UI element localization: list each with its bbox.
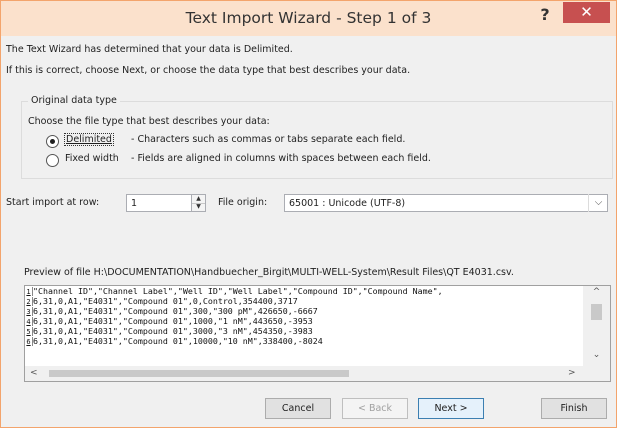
cancel-button[interactable]: Cancel <box>265 398 331 419</box>
fixed-width-option-label[interactable]: Fixed width <box>65 153 119 164</box>
title-bar: Text Import Wizard - Step 1 of 3 ? ✕ <box>1 1 616 36</box>
help-button[interactable]: ? <box>535 5 555 27</box>
preview-caption: Preview of file H:\DOCUMENTATION\Handbue… <box>24 267 514 278</box>
line-number: 4 <box>25 317 33 326</box>
intro-line-1: The Text Wizard has determined that your… <box>6 44 293 55</box>
delimited-radio[interactable] <box>46 135 59 148</box>
line-number: 5 <box>25 327 33 336</box>
vertical-scroll-thumb[interactable] <box>591 304 602 320</box>
start-import-row-label: Start import at row: <box>6 197 100 208</box>
close-button[interactable]: ✕ <box>563 2 610 23</box>
text-import-wizard-dialog: Text Import Wizard - Step 1 of 3 ? ✕ The… <box>0 0 617 428</box>
next-button[interactable]: Next > <box>418 398 484 419</box>
preview-line: 2 6,31,0,A1,"E4031","Compound 01",0,Contr… <box>25 296 580 306</box>
delimited-label-text: Delimited <box>66 134 112 145</box>
preview-line: 3 6,31,0,A1,"E4031","Compound 01",300,"30… <box>25 306 580 316</box>
scroll-up-icon[interactable]: ^ <box>583 287 610 297</box>
file-origin-value: 65001 : Unicode (UTF-8) <box>289 198 406 209</box>
fixed-width-radio[interactable] <box>46 154 59 167</box>
finish-button[interactable]: Finish <box>541 398 607 419</box>
preview-lines: 1 "Channel ID","Channel Label","Well ID",… <box>25 286 580 346</box>
line-text: 6,31,0,A1,"E4031","Compound 01",3000,"3 … <box>33 326 313 336</box>
start-row-spinner[interactable]: ▲ ▼ <box>191 194 206 212</box>
file-type-prompt: Choose the file type that best describes… <box>28 116 270 127</box>
line-text: "Channel ID","Channel Label","Well ID","… <box>33 286 443 296</box>
original-data-type-label: Original data type <box>28 95 120 106</box>
line-text: 6,31,0,A1,"E4031","Compound 01",10000,"1… <box>33 336 323 346</box>
fixed-width-description: - Fields are aligned in columns with spa… <box>131 153 431 164</box>
line-text: 6,31,0,A1,"E4031","Compound 01",1000,"1 … <box>33 316 313 326</box>
line-number: 2 <box>25 297 33 306</box>
spinner-down-icon[interactable]: ▼ <box>192 203 205 211</box>
line-number: 6 <box>25 337 33 346</box>
preview-line: 6 6,31,0,A1,"E4031","Compound 01",10000,"… <box>25 336 580 346</box>
line-text: 6,31,0,A1,"E4031","Compound 01",300,"300… <box>33 306 318 316</box>
scroll-left-icon[interactable]: < <box>30 368 38 378</box>
file-origin-select[interactable]: 65001 : Unicode (UTF-8) <box>284 194 608 212</box>
file-origin-label: File origin: <box>218 197 268 208</box>
vertical-scrollbar[interactable]: ^ ⌄ <box>583 286 610 366</box>
line-number: 3 <box>25 307 33 316</box>
preview-line: 1 "Channel ID","Channel Label","Well ID",… <box>25 286 580 296</box>
horizontal-scrollbar[interactable]: < > <box>25 366 583 381</box>
scrollbar-corner <box>583 366 610 381</box>
intro-line-2: If this is correct, choose Next, or choo… <box>6 65 411 76</box>
back-button[interactable]: < Back <box>342 398 408 419</box>
delimited-option-label[interactable]: Delimited <box>64 133 114 146</box>
horizontal-scroll-thumb[interactable] <box>49 370 349 377</box>
preview-line: 5 6,31,0,A1,"E4031","Compound 01",3000,"3… <box>25 326 580 336</box>
start-import-row-input[interactable]: 1 <box>126 194 192 212</box>
line-number: 1 <box>25 287 33 296</box>
preview-line: 4 6,31,0,A1,"E4031","Compound 01",1000,"1… <box>25 316 580 326</box>
file-preview-pane[interactable]: 1 "Channel ID","Channel Label","Well ID",… <box>24 285 611 382</box>
chevron-down-icon[interactable]: ⌵ <box>588 194 608 212</box>
scroll-right-icon[interactable]: > <box>568 368 576 378</box>
scroll-down-icon[interactable]: ⌄ <box>583 350 610 360</box>
window-title: Text Import Wizard - Step 1 of 3 <box>185 9 432 27</box>
line-text: 6,31,0,A1,"E4031","Compound 01",0,Contro… <box>33 296 298 306</box>
delimited-description: - Characters such as commas or tabs sepa… <box>131 134 406 145</box>
